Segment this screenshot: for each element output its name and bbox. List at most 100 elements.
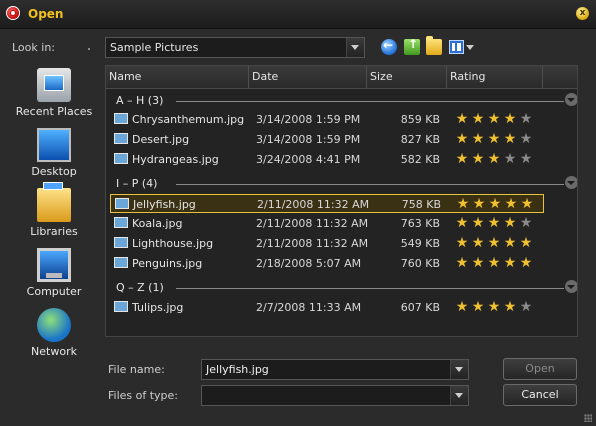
star-filled-icon[interactable]: ★ — [470, 255, 486, 271]
star-filled-icon[interactable]: ★ — [486, 111, 502, 127]
star-filled-icon[interactable]: ★ — [502, 131, 518, 147]
star-filled-icon[interactable]: ★ — [454, 215, 470, 231]
star-filled-icon[interactable]: ★ — [486, 215, 502, 231]
group-collapse-button[interactable] — [565, 93, 577, 106]
star-filled-icon[interactable]: ★ — [518, 255, 534, 271]
star-filled-icon[interactable]: ★ — [470, 299, 486, 315]
file-row[interactable]: Koala.jpg 2/11/2008 11:32 AM 763 KB ★ ★ ★ ★… — [110, 214, 544, 233]
file-name-field[interactable]: Jellyfish.jpg — [201, 359, 469, 380]
rating-stars[interactable]: ★ ★ ★ ★ ★ — [455, 196, 535, 212]
file-row[interactable]: Chrysanthemum.jpg 3/14/2008 1:59 PM 859 … — [110, 110, 544, 129]
place-computer[interactable]: Computer — [8, 244, 100, 300]
star-empty-icon[interactable]: ★ — [502, 151, 518, 167]
star-filled-icon[interactable]: ★ — [519, 196, 535, 212]
file-list[interactable]: Name Date Size Rating A – H (3) Chrysant… — [105, 65, 578, 337]
star-empty-icon[interactable]: ★ — [518, 131, 534, 147]
rating-stars[interactable]: ★ ★ ★ ★ ★ — [454, 235, 534, 251]
file-name-value[interactable]: Jellyfish.jpg — [206, 363, 269, 376]
star-filled-icon[interactable]: ★ — [486, 235, 502, 251]
group-collapse-button[interactable] — [565, 280, 577, 293]
close-button[interactable]: x — [576, 7, 589, 20]
file-row[interactable]: Penguins.jpg 2/18/2008 5:07 AM 760 KB ★ ★… — [110, 254, 544, 273]
new-folder-icon[interactable] — [426, 36, 442, 55]
rating-stars[interactable]: ★ ★ ★ ★ ★ — [454, 299, 534, 315]
star-filled-icon[interactable]: ★ — [486, 131, 502, 147]
star-filled-icon[interactable]: ★ — [518, 235, 534, 251]
views-icon[interactable] — [449, 40, 464, 54]
star-filled-icon[interactable]: ★ — [502, 255, 518, 271]
place-network[interactable]: Network — [8, 304, 100, 360]
open-button[interactable]: Open — [503, 358, 577, 380]
image-file-icon — [114, 257, 128, 268]
star-filled-icon[interactable]: ★ — [502, 111, 518, 127]
column-size[interactable]: Size — [367, 66, 447, 88]
star-filled-icon[interactable]: ★ — [503, 196, 519, 212]
star-filled-icon[interactable]: ★ — [502, 235, 518, 251]
star-empty-icon[interactable]: ★ — [518, 299, 534, 315]
group-collapse-button[interactable] — [565, 176, 577, 189]
chevron-down-icon — [567, 285, 575, 289]
resize-grip[interactable] — [584, 414, 592, 422]
column-rating[interactable]: Rating — [447, 66, 543, 88]
file-row[interactable]: Desert.jpg 3/14/2008 1:59 PM 827 KB ★ ★ ★ ★… — [110, 130, 544, 149]
group-divider — [176, 184, 564, 185]
star-empty-icon[interactable]: ★ — [518, 111, 534, 127]
file-size: 763 KB — [400, 217, 440, 230]
star-filled-icon[interactable]: ★ — [454, 255, 470, 271]
star-filled-icon[interactable]: ★ — [454, 111, 470, 127]
rating-stars[interactable]: ★ ★ ★ ★ ★ — [454, 111, 534, 127]
chevron-down-icon — [466, 45, 474, 50]
file-size: 549 KB — [400, 237, 440, 250]
star-filled-icon[interactable]: ★ — [502, 215, 518, 231]
file-name: Tulips.jpg — [132, 301, 184, 314]
rating-stars[interactable]: ★ ★ ★ ★ ★ — [454, 151, 534, 167]
place-libraries[interactable]: Libraries — [8, 182, 100, 240]
libraries-icon — [37, 182, 71, 222]
star-filled-icon[interactable]: ★ — [486, 151, 502, 167]
file-row[interactable]: Hydrangeas.jpg 3/24/2008 4:41 PM 582 KB … — [110, 150, 544, 169]
place-label: Computer — [26, 285, 82, 298]
star-filled-icon[interactable]: ★ — [487, 196, 503, 212]
column-date[interactable]: Date — [249, 66, 367, 88]
star-empty-icon[interactable]: ★ — [518, 151, 534, 167]
cancel-button[interactable]: Cancel — [503, 384, 577, 406]
rating-stars[interactable]: ★ ★ ★ ★ ★ — [454, 255, 534, 271]
star-filled-icon[interactable]: ★ — [502, 299, 518, 315]
place-desktop[interactable]: Desktop — [8, 124, 100, 180]
file-name: Chrysanthemum.jpg — [132, 113, 245, 126]
star-filled-icon[interactable]: ★ — [486, 299, 502, 315]
file-row[interactable]: Lighthouse.jpg 2/11/2008 11:32 AM 549 KB… — [110, 234, 544, 253]
image-file-icon — [115, 198, 129, 209]
star-filled-icon[interactable]: ★ — [471, 196, 487, 212]
file-row[interactable]: Tulips.jpg 2/7/2008 11:33 AM 607 KB ★ ★ ★ ★… — [110, 298, 544, 317]
group-header: A – H (3) — [116, 93, 577, 110]
up-folder-icon[interactable] — [404, 37, 420, 55]
star-filled-icon[interactable]: ★ — [454, 235, 470, 251]
star-filled-icon[interactable]: ★ — [470, 215, 486, 231]
look-in-dropdown[interactable]: Sample Pictures — [105, 37, 365, 58]
star-filled-icon[interactable]: ★ — [486, 255, 502, 271]
star-filled-icon[interactable]: ★ — [470, 235, 486, 251]
star-filled-icon[interactable]: ★ — [455, 196, 471, 212]
file-row-selected[interactable]: Jellyfish.jpg 2/11/2008 11:32 AM 758 KB … — [110, 194, 544, 213]
file-name: Koala.jpg — [132, 217, 183, 230]
column-name[interactable]: Name — [106, 66, 249, 88]
star-filled-icon[interactable]: ★ — [454, 151, 470, 167]
files-of-type-dropdown[interactable] — [201, 385, 469, 406]
star-filled-icon[interactable]: ★ — [454, 131, 470, 147]
star-empty-icon[interactable]: ★ — [518, 215, 534, 231]
star-filled-icon[interactable]: ★ — [454, 299, 470, 315]
file-name-dropdown-arrow[interactable] — [450, 360, 468, 379]
look-in-value: Sample Pictures — [110, 41, 199, 54]
look-in-dropdown-arrow[interactable] — [346, 38, 364, 57]
file-name: Hydrangeas.jpg — [132, 153, 219, 166]
place-recent-places[interactable]: Recent Places — [8, 64, 100, 120]
chevron-down-icon — [455, 393, 463, 398]
star-filled-icon[interactable]: ★ — [470, 151, 486, 167]
star-filled-icon[interactable]: ★ — [470, 111, 486, 127]
star-filled-icon[interactable]: ★ — [470, 131, 486, 147]
rating-stars[interactable]: ★ ★ ★ ★ ★ — [454, 131, 534, 147]
rating-stars[interactable]: ★ ★ ★ ★ ★ — [454, 215, 534, 231]
back-icon[interactable] — [381, 38, 397, 55]
files-of-type-dropdown-arrow[interactable] — [450, 386, 468, 405]
